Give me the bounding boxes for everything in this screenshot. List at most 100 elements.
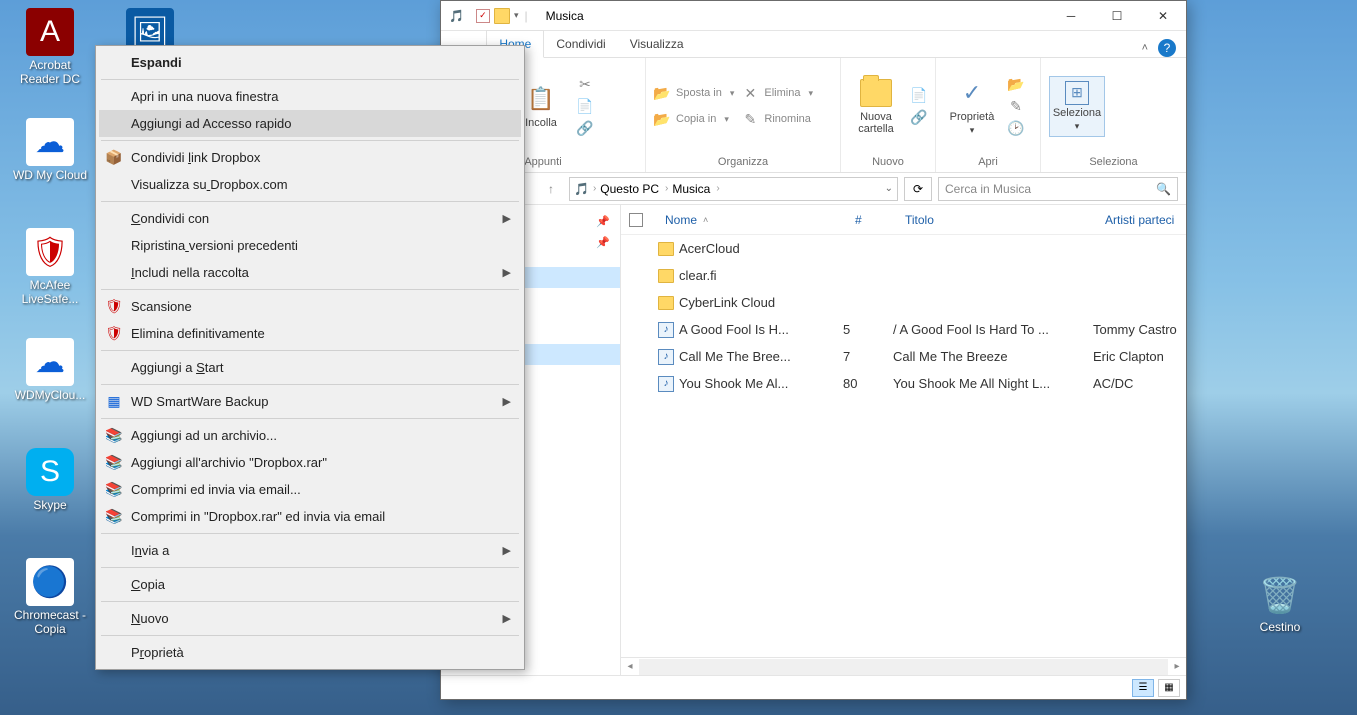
search-icon: 🔍 xyxy=(1156,182,1171,196)
menu-item-icon: 🛡 xyxy=(105,298,123,316)
desktop-icon[interactable]: SSkype xyxy=(10,448,90,512)
tab-view[interactable]: Visualizza xyxy=(618,31,696,57)
menu-item[interactable]: 📦Condividi link Dropbox xyxy=(99,144,521,171)
desktop-icon[interactable]: 🛡McAfee LiveSafe... xyxy=(10,228,90,306)
menu-separator xyxy=(101,418,519,419)
menu-item[interactable]: Ripristina versioni precedenti xyxy=(99,232,521,259)
menu-separator xyxy=(101,289,519,290)
tab-share[interactable]: Condividi xyxy=(544,31,617,57)
select-all-checkbox[interactable] xyxy=(629,213,643,227)
address-box[interactable]: 🎵 › Questo PC› Musica› ⌄ xyxy=(569,177,898,201)
menu-item[interactable]: 🛡Elimina definitivamente xyxy=(99,320,521,347)
ribbon-select-button[interactable]: ⊞ Seleziona ▾ xyxy=(1049,76,1105,137)
ribbon-copyto-button[interactable]: 📂Copia in▾ xyxy=(654,111,734,127)
menu-item[interactable]: Visualizza su Dropbox.com xyxy=(99,171,521,198)
menu-item[interactable]: 📚Aggiungi all'archivio "Dropbox.rar" xyxy=(99,449,521,476)
menu-item[interactable]: Nuovo▶ xyxy=(99,605,521,632)
menu-item-icon: ▦ xyxy=(105,393,123,411)
menu-item[interactable]: 📚Comprimi in "Dropbox.rar" ed invia via … xyxy=(99,503,521,530)
music-file-icon: ♪ xyxy=(658,376,674,392)
desktop-icon[interactable]: 🔵Chromecast - Copia xyxy=(10,558,90,636)
menu-item-icon: 📚 xyxy=(105,427,123,445)
titlebar[interactable]: 🎵 ✓ ▾ | Musica ─ ☐ ✕ xyxy=(441,1,1186,31)
status-bar: ☰ ▦ xyxy=(441,675,1186,699)
column-name[interactable]: Nome˄ xyxy=(657,213,847,227)
menu-item[interactable]: Espandi xyxy=(99,49,521,76)
desktop-icon[interactable]: ☁WDMyClou... xyxy=(10,338,90,402)
ribbon-cut-button[interactable]: ✂ xyxy=(577,76,593,92)
ribbon-moveto-button[interactable]: 📂Sposta in▾ xyxy=(654,85,734,101)
folder-icon xyxy=(658,269,674,283)
menu-item[interactable]: ▦WD SmartWare Backup▶ xyxy=(99,388,521,415)
file-row[interactable]: ♪A Good Fool Is H...5/ A Good Fool Is Ha… xyxy=(621,316,1186,343)
folder-row[interactable]: CyberLink Cloud xyxy=(621,289,1186,316)
folder-row[interactable]: clear.fi xyxy=(621,262,1186,289)
edit-icon: ✎ xyxy=(1008,98,1024,114)
file-row[interactable]: ♪Call Me The Bree...7Call Me The BreezeE… xyxy=(621,343,1186,370)
ribbon-rename-button[interactable]: ✎Rinomina xyxy=(742,111,813,127)
file-artist: Tommy Castro xyxy=(1093,322,1186,337)
horizontal-scrollbar[interactable]: ◂ ▸ xyxy=(621,657,1186,675)
view-details-button[interactable]: ☰ xyxy=(1132,679,1154,697)
menu-item[interactable]: Invia a▶ xyxy=(99,537,521,564)
icon-label: McAfee LiveSafe... xyxy=(10,278,90,306)
menu-item-icon: 📚 xyxy=(105,454,123,472)
ribbon-history-button[interactable]: 🕑 xyxy=(1008,120,1024,136)
file-name: AcerCloud xyxy=(679,241,843,256)
menu-separator xyxy=(101,384,519,385)
menu-item[interactable]: 🛡 Scansione xyxy=(99,293,521,320)
address-dropdown-icon[interactable]: ⌄ xyxy=(885,183,893,194)
ribbon-edit-button[interactable]: ✎ xyxy=(1008,98,1024,114)
column-artists[interactable]: Artisti parteci xyxy=(1097,213,1186,227)
icon-label: WD My Cloud xyxy=(10,168,90,182)
ribbon-tabs: F Home Condividi Visualizza ˄ ? xyxy=(441,31,1186,58)
close-button[interactable]: ✕ xyxy=(1140,1,1186,31)
file-track-number: 5 xyxy=(843,322,893,337)
desktop-icon[interactable]: AAcrobat Reader DC xyxy=(10,8,90,86)
menu-item[interactable]: Includi nella raccolta▶ xyxy=(99,259,521,286)
easy-access-icon: 🔗 xyxy=(911,109,927,125)
menu-item-label: Elimina definitivamente xyxy=(131,326,265,341)
menu-item[interactable]: 📚Aggiungi ad un archivio... xyxy=(99,422,521,449)
menu-item[interactable]: Aggiungi ad Accesso rapido xyxy=(99,110,521,137)
menu-item[interactable]: Apri in una nuova finestra xyxy=(99,83,521,110)
desktop-icon-recycle-bin[interactable]: 🗑️ Cestino xyxy=(1240,572,1320,634)
folder-row[interactable]: AcerCloud xyxy=(621,235,1186,262)
menu-item-label: WD SmartWare Backup xyxy=(131,394,269,409)
ribbon-collapse-icon[interactable]: ˄ xyxy=(1142,42,1148,54)
menu-item[interactable]: Condividi con▶ xyxy=(99,205,521,232)
column-title[interactable]: Titolo xyxy=(897,213,1097,227)
ribbon-open-button[interactable]: 📂 xyxy=(1008,76,1024,92)
search-input[interactable]: Cerca in Musica 🔍 xyxy=(938,177,1178,201)
desktop-icon[interactable]: ☁WD My Cloud xyxy=(10,118,90,182)
menu-item-label: Scansione xyxy=(131,299,192,314)
menu-item[interactable]: Proprietà xyxy=(99,639,521,666)
refresh-button[interactable]: ⟳ xyxy=(904,177,932,201)
ribbon-properties-button[interactable]: ✓ Proprietà ▾ xyxy=(944,73,1000,140)
file-row[interactable]: ♪You Shook Me Al...80You Shook Me All Ni… xyxy=(621,370,1186,397)
menu-item[interactable]: Copia xyxy=(99,571,521,598)
view-large-icons-button[interactable]: ▦ xyxy=(1158,679,1180,697)
nav-up-button[interactable]: ↑ xyxy=(539,177,563,201)
qat-dropdown-icon[interactable]: ▾ xyxy=(514,10,519,21)
ribbon-paste-shortcut-button[interactable]: 🔗 xyxy=(577,120,593,136)
help-icon[interactable]: ? xyxy=(1158,39,1176,57)
minimize-button[interactable]: ─ xyxy=(1048,1,1094,31)
crumb-music[interactable]: Musica› xyxy=(672,182,719,196)
ribbon-newfolder-button[interactable]: Nuova cartella xyxy=(849,73,903,139)
menu-separator xyxy=(101,567,519,568)
explorer-window: 🎵 ✓ ▾ | Musica ─ ☐ ✕ F Home Condividi Vi… xyxy=(440,0,1187,700)
crumb-thispc[interactable]: Questo PC› xyxy=(600,182,668,196)
qat-folder-icon[interactable] xyxy=(494,8,510,24)
ribbon-newitem-button[interactable]: 📄 xyxy=(911,87,927,103)
qat-properties-icon[interactable]: ✓ xyxy=(476,9,490,23)
column-number[interactable]: # xyxy=(847,213,897,227)
ribbon-easyaccess-button[interactable]: 🔗 xyxy=(911,109,927,125)
new-folder-icon xyxy=(860,77,892,109)
ribbon-copypath-button[interactable]: 📄 xyxy=(577,98,593,114)
file-artist: Eric Clapton xyxy=(1093,349,1186,364)
menu-item[interactable]: Aggiungi a Start xyxy=(99,354,521,381)
maximize-button[interactable]: ☐ xyxy=(1094,1,1140,31)
ribbon-delete-button[interactable]: ✕Elimina▾ xyxy=(742,85,813,101)
menu-item[interactable]: 📚Comprimi ed invia via email... xyxy=(99,476,521,503)
